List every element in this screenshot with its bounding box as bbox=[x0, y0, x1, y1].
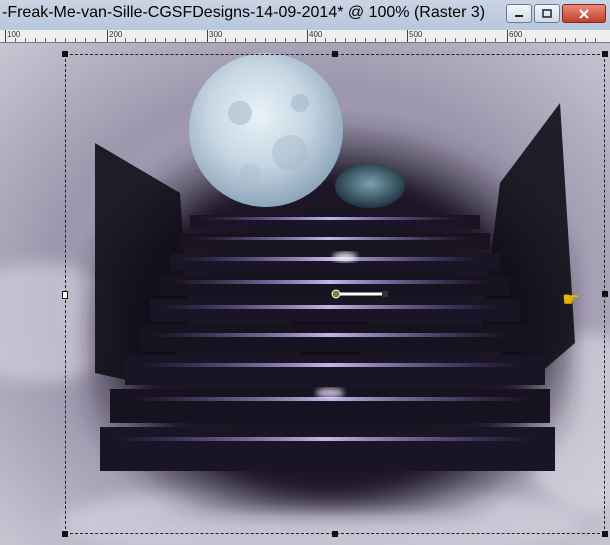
ruler-minor-tick bbox=[135, 38, 136, 42]
minimize-button[interactable] bbox=[506, 4, 532, 23]
ruler-minor-tick bbox=[195, 38, 196, 42]
ruler-minor-tick bbox=[225, 38, 226, 42]
ruler-minor-tick bbox=[175, 38, 176, 42]
ruler-minor-tick bbox=[55, 38, 56, 42]
resize-handle-left-middle[interactable] bbox=[62, 291, 68, 299]
layer-pivot-icon[interactable] bbox=[331, 289, 341, 299]
ruler-minor-tick bbox=[495, 38, 496, 42]
ruler-minor-tick bbox=[265, 38, 266, 42]
ruler-minor-tick bbox=[545, 38, 546, 42]
ruler-tick bbox=[507, 30, 508, 42]
ruler-minor-tick bbox=[295, 38, 296, 42]
pointing-hand-icon: ☛ bbox=[562, 289, 580, 311]
resize-handle-top-middle[interactable] bbox=[332, 51, 338, 57]
ruler-minor-tick bbox=[155, 38, 156, 42]
ruler-minor-tick bbox=[555, 38, 556, 42]
maximize-icon bbox=[542, 8, 552, 18]
ruler-minor-tick bbox=[475, 38, 476, 42]
ruler-minor-tick bbox=[115, 38, 116, 42]
ruler-minor-tick bbox=[145, 38, 146, 42]
ruler-minor-tick bbox=[535, 38, 536, 42]
ruler-minor-tick bbox=[275, 38, 276, 42]
ruler-minor-tick bbox=[285, 38, 286, 42]
ruler-minor-tick bbox=[415, 38, 416, 42]
layer-rotate-knob[interactable] bbox=[382, 291, 388, 297]
artwork-image bbox=[0, 43, 610, 545]
resize-handle-bottom-right[interactable] bbox=[602, 531, 608, 537]
resize-handle-top-left[interactable] bbox=[62, 51, 68, 57]
ruler-minor-tick bbox=[165, 38, 166, 42]
ruler-minor-tick bbox=[95, 38, 96, 42]
ruler-minor-tick bbox=[375, 38, 376, 42]
image-canvas[interactable]: ☛ bbox=[0, 43, 610, 545]
ruler-minor-tick bbox=[315, 38, 316, 42]
ruler-minor-tick bbox=[185, 38, 186, 42]
resize-handle-bottom-left[interactable] bbox=[62, 531, 68, 537]
resize-handle-top-right[interactable] bbox=[602, 51, 608, 57]
resize-handle-bottom-middle[interactable] bbox=[332, 531, 338, 537]
ruler-minor-tick bbox=[35, 38, 36, 42]
moon bbox=[189, 53, 343, 207]
ruler-tick bbox=[107, 30, 108, 42]
ruler-minor-tick bbox=[445, 38, 446, 42]
ruler-minor-tick bbox=[215, 38, 216, 42]
ruler-minor-tick bbox=[365, 38, 366, 42]
close-button[interactable] bbox=[562, 4, 606, 23]
ruler-tick bbox=[207, 30, 208, 42]
ruler-minor-tick bbox=[385, 38, 386, 42]
window-controls bbox=[506, 4, 606, 23]
ruler-minor-tick bbox=[65, 38, 66, 42]
ruler-label-100: 100 bbox=[7, 30, 21, 39]
ruler-minor-tick bbox=[125, 38, 126, 42]
ruler-minor-tick bbox=[345, 38, 346, 42]
ruler-minor-tick bbox=[465, 38, 466, 42]
ruler-minor-tick bbox=[425, 38, 426, 42]
maximize-button[interactable] bbox=[534, 4, 560, 23]
ruler-minor-tick bbox=[395, 38, 396, 42]
window-title: -Freak-Me-van-Sille-CGSFDesigns-14-09-20… bbox=[2, 4, 486, 21]
ruler-minor-tick bbox=[595, 38, 596, 42]
ruler-minor-tick bbox=[355, 38, 356, 42]
ruler-minor-tick bbox=[455, 38, 456, 42]
ruler-minor-tick bbox=[575, 38, 576, 42]
ruler-minor-tick bbox=[245, 38, 246, 42]
ruler-minor-tick bbox=[25, 38, 26, 42]
ruler-minor-tick bbox=[75, 38, 76, 42]
ruler-tick bbox=[5, 30, 6, 42]
ruler-minor-tick bbox=[565, 38, 566, 42]
resize-handle-right-middle[interactable] bbox=[602, 291, 608, 297]
ruler-tick bbox=[307, 30, 308, 42]
ruler-minor-tick bbox=[335, 38, 336, 42]
ruler-minor-tick bbox=[15, 38, 16, 42]
ruler-minor-tick bbox=[585, 38, 586, 42]
ruler-minor-tick bbox=[85, 38, 86, 42]
ruler-minor-tick bbox=[45, 38, 46, 42]
minimize-icon bbox=[515, 14, 523, 17]
ruler-minor-tick bbox=[255, 38, 256, 42]
window-titlebar[interactable]: -Freak-Me-van-Sille-CGSFDesigns-14-09-20… bbox=[0, 0, 610, 31]
glass-orb bbox=[335, 164, 405, 208]
ruler-tick bbox=[407, 30, 408, 42]
ruler-minor-tick bbox=[525, 38, 526, 42]
close-icon bbox=[579, 8, 589, 19]
ruler-minor-tick bbox=[235, 38, 236, 42]
horizontal-ruler: 100 200 300 400 500 600 bbox=[0, 30, 610, 43]
ruler-minor-tick bbox=[485, 38, 486, 42]
ruler-minor-tick bbox=[515, 38, 516, 42]
ruler-minor-tick bbox=[325, 38, 326, 42]
ruler-minor-tick bbox=[435, 38, 436, 42]
